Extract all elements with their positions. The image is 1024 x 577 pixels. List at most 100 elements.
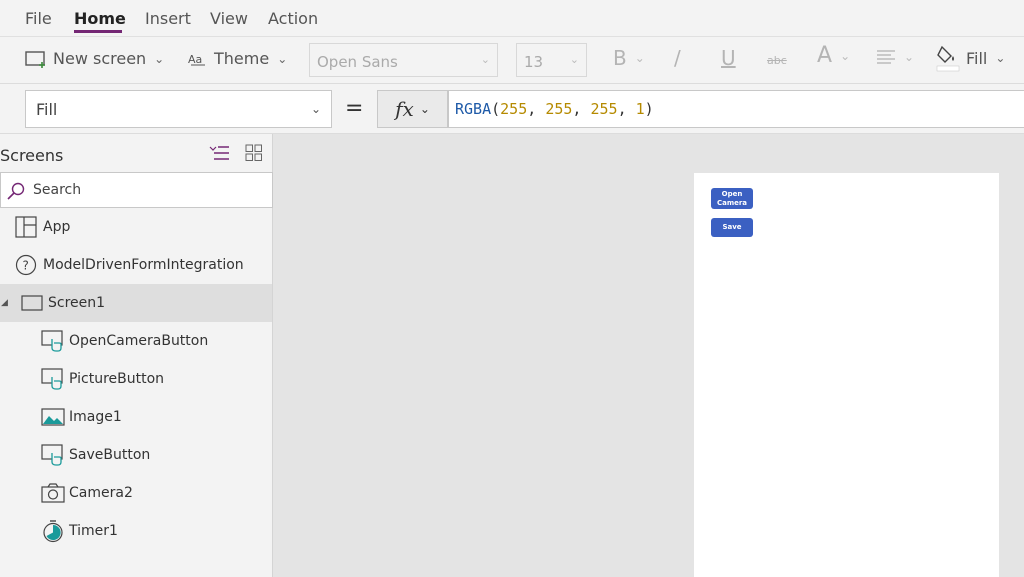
screen-icon bbox=[21, 295, 43, 311]
strikethrough-button[interactable]: abc bbox=[767, 54, 787, 67]
formula-paren-open: ( bbox=[491, 100, 501, 118]
fill-button[interactable]: Fill ⌄ bbox=[936, 44, 1005, 72]
formula-arg-alpha: 1 bbox=[635, 100, 645, 118]
svg-text:?: ? bbox=[23, 259, 29, 273]
chevron-down-icon: ⌄ bbox=[840, 48, 851, 63]
formula-paren-close: ) bbox=[644, 100, 654, 118]
save-label: Save bbox=[722, 223, 742, 231]
tree-item-label: Image1 bbox=[69, 409, 122, 425]
function-button[interactable]: fx ⌄ bbox=[377, 90, 448, 128]
menu-view[interactable]: View bbox=[210, 9, 248, 28]
font-family-select[interactable]: Open Sans ⌄ bbox=[309, 43, 498, 77]
save-button[interactable]: Save bbox=[711, 218, 753, 237]
formula-separator: , bbox=[617, 100, 636, 118]
formula-input[interactable]: RGBA(255, 255, 255, 1) bbox=[448, 90, 1024, 128]
camera-icon bbox=[41, 483, 65, 503]
grid-view-icon[interactable] bbox=[245, 144, 263, 166]
theme-button[interactable]: Aa Theme ⌄ bbox=[188, 49, 287, 68]
search-icon bbox=[7, 182, 25, 200]
chevron-down-icon: ⌄ bbox=[904, 50, 915, 64]
button-control-icon bbox=[41, 368, 65, 390]
list-view-icon[interactable] bbox=[209, 144, 231, 166]
tree-item-opencamerabutton[interactable]: OpenCameraButton bbox=[0, 322, 272, 360]
tree-item-label: Camera2 bbox=[69, 485, 133, 501]
tree-item-picturebutton[interactable]: PictureButton bbox=[0, 360, 272, 398]
italic-button[interactable]: / bbox=[674, 46, 681, 70]
active-tab-indicator bbox=[74, 30, 122, 33]
theme-label: Theme bbox=[214, 49, 270, 68]
tree-item-label: OpenCameraButton bbox=[69, 333, 209, 349]
new-screen-label: New screen bbox=[53, 49, 147, 68]
tree-item-app[interactable]: App bbox=[0, 208, 272, 246]
chevron-down-icon: ⌄ bbox=[419, 102, 430, 116]
help-circle-icon: ? bbox=[15, 254, 37, 276]
tree-item-timer1[interactable]: Timer1 bbox=[0, 512, 272, 550]
property-select[interactable]: Fill ⌄ bbox=[25, 90, 332, 128]
formula-function: RGBA bbox=[455, 100, 492, 118]
menu-file[interactable]: File bbox=[25, 9, 52, 28]
align-button[interactable]: ⌄ bbox=[876, 49, 914, 65]
font-color-button[interactable]: A ⌄ bbox=[817, 43, 850, 68]
strikethrough-icon: abc bbox=[767, 54, 787, 67]
font-family-value: Open Sans bbox=[317, 53, 398, 71]
search-box[interactable]: Search bbox=[0, 172, 273, 208]
tree-item-camera2[interactable]: Camera2 bbox=[0, 474, 272, 512]
open-camera-label-line2: Camera bbox=[716, 198, 748, 207]
search-input[interactable]: Search bbox=[33, 182, 81, 198]
bold-icon: B bbox=[613, 46, 627, 70]
underline-button[interactable]: U bbox=[721, 46, 736, 70]
screen1-preview[interactable]: Open Camera Save bbox=[694, 173, 999, 577]
italic-icon: / bbox=[674, 46, 681, 70]
underline-icon: U bbox=[721, 46, 736, 70]
chevron-down-icon: ⌄ bbox=[480, 53, 490, 66]
button-control-icon bbox=[41, 444, 65, 466]
tree-item-modeldrivenformintegration[interactable]: ? ModelDrivenFormIntegration bbox=[0, 246, 272, 284]
formula-arg-red: 255 bbox=[500, 100, 528, 118]
fill-label: Fill bbox=[966, 48, 988, 68]
formula-arg-green: 255 bbox=[545, 100, 573, 118]
svg-text:Aa: Aa bbox=[188, 53, 202, 66]
chevron-down-icon: ⌄ bbox=[634, 51, 645, 65]
chevron-down-icon: ⌄ bbox=[154, 51, 165, 66]
tree-item-image1[interactable]: Image1 bbox=[0, 398, 272, 436]
tree-item-label: Screen1 bbox=[48, 295, 106, 311]
tree-view-panel: Screens Search App ? ModelDrivenFormInte… bbox=[0, 134, 273, 577]
new-screen-button[interactable]: New screen ⌄ bbox=[25, 49, 164, 68]
menu-action[interactable]: Action bbox=[268, 9, 318, 28]
fx-icon: fx bbox=[395, 97, 414, 121]
font-size-select[interactable]: 13 ⌄ bbox=[516, 43, 587, 77]
tree-item-savebutton[interactable]: SaveButton bbox=[0, 436, 272, 474]
formula-separator: , bbox=[572, 100, 591, 118]
chevron-down-icon: ⌄ bbox=[310, 102, 321, 116]
formula-arg-blue: 255 bbox=[590, 100, 618, 118]
tree-item-label: App bbox=[43, 219, 71, 235]
align-icon bbox=[877, 50, 895, 64]
tree-item-label: PictureButton bbox=[69, 371, 165, 387]
app-icon bbox=[15, 216, 37, 238]
menu-home[interactable]: Home bbox=[74, 9, 126, 28]
property-value: Fill bbox=[36, 100, 58, 119]
new-screen-icon bbox=[25, 50, 45, 68]
equals-sign: = bbox=[345, 96, 364, 121]
theme-icon: Aa bbox=[188, 53, 205, 66]
image-icon bbox=[41, 408, 65, 426]
ribbon-toolbar: New screen ⌄ Aa Theme ⌄ Open Sans ⌄ 13 ⌄… bbox=[0, 36, 1024, 84]
open-camera-label-line1: Open bbox=[721, 189, 743, 198]
timer-icon bbox=[41, 519, 65, 543]
tree-item-label: Timer1 bbox=[69, 523, 118, 539]
open-camera-button[interactable]: Open Camera bbox=[711, 188, 753, 209]
font-size-value: 13 bbox=[524, 53, 544, 71]
button-control-icon bbox=[41, 330, 65, 352]
bold-button[interactable]: B ⌄ bbox=[613, 46, 645, 70]
tree-item-label: ModelDrivenFormIntegration bbox=[43, 257, 244, 273]
panel-title: Screens bbox=[0, 146, 64, 165]
paint-bucket-icon bbox=[936, 45, 960, 72]
menu-bar: File Home Insert View Action bbox=[0, 0, 1024, 36]
collapse-triangle-icon[interactable]: ◢ bbox=[1, 298, 8, 308]
menu-insert[interactable]: Insert bbox=[145, 9, 191, 28]
font-color-icon: A bbox=[817, 43, 833, 68]
chevron-down-icon: ⌄ bbox=[569, 53, 579, 66]
tree-item-screen1[interactable]: ◢ Screen1 bbox=[0, 284, 272, 322]
formula-bar: Fill ⌄ = fx ⌄ RGBA(255, 255, 255, 1) bbox=[0, 84, 1024, 134]
chevron-down-icon: ⌄ bbox=[277, 51, 288, 66]
